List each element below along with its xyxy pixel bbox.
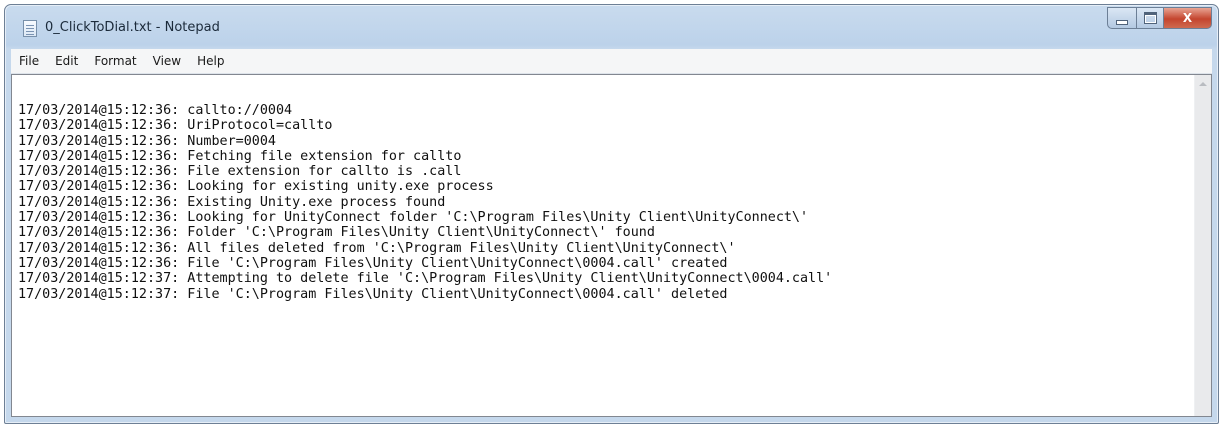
text-editor[interactable]: 17/03/2014@15:12:36: callto://0004 17/03/… <box>11 74 1212 417</box>
menu-view[interactable]: View <box>145 54 189 68</box>
text-line: 17/03/2014@15:12:36: All files deleted f… <box>18 240 736 256</box>
menu-edit[interactable]: Edit <box>47 54 86 68</box>
close-icon: X <box>1182 11 1193 25</box>
minimize-button[interactable] <box>1107 7 1136 29</box>
menu-help[interactable]: Help <box>189 54 232 68</box>
menu-format[interactable]: Format <box>86 54 144 68</box>
notepad-window: 0_ClickToDial.txt - Notepad X File Edit … <box>4 4 1219 424</box>
close-button[interactable]: X <box>1163 7 1212 29</box>
menu-file[interactable]: File <box>11 54 47 68</box>
menu-bar: File Edit Format View Help <box>11 49 1212 74</box>
notepad-icon[interactable] <box>23 20 37 37</box>
text-line: 17/03/2014@15:12:36: Looking for existin… <box>18 179 494 195</box>
minimize-icon <box>1116 19 1128 25</box>
text-line: 17/03/2014@15:12:36: Existing Unity.exe … <box>18 194 446 210</box>
caption-buttons: X <box>1107 7 1212 29</box>
window-title: 0_ClickToDial.txt - Notepad <box>45 20 220 35</box>
maximize-icon <box>1143 12 1157 24</box>
text-line: 17/03/2014@15:12:36: Number=0004 <box>18 133 276 149</box>
text-line: 17/03/2014@15:12:36: callto://0004 <box>18 103 293 118</box>
text-content[interactable]: 17/03/2014@15:12:36: callto://0004 17/03/… <box>18 103 1189 414</box>
vertical-scrollbar[interactable] <box>1194 75 1211 416</box>
maximize-button[interactable] <box>1136 7 1163 29</box>
text-line: 17/03/2014@15:12:36: UriProtocol=callto <box>18 118 333 134</box>
scroll-up-arrow-icon[interactable] <box>1195 75 1211 92</box>
text-line: 17/03/2014@15:12:36: Fetching file exten… <box>18 148 462 164</box>
text-line: 17/03/2014@15:12:37: File 'C:\Program Fi… <box>18 286 728 302</box>
text-line: 17/03/2014@15:12:36: Folder 'C:\Program … <box>18 225 655 241</box>
text-line: 17/03/2014@15:12:36: File extension for … <box>18 164 462 180</box>
title-bar[interactable]: 0_ClickToDial.txt - Notepad X <box>5 5 1218 49</box>
text-line: 17/03/2014@15:12:37: Attempting to delet… <box>18 271 833 287</box>
text-line: 17/03/2014@15:12:36: File 'C:\Program Fi… <box>18 255 728 271</box>
text-line: 17/03/2014@15:12:36: Looking for UnityCo… <box>18 210 809 226</box>
